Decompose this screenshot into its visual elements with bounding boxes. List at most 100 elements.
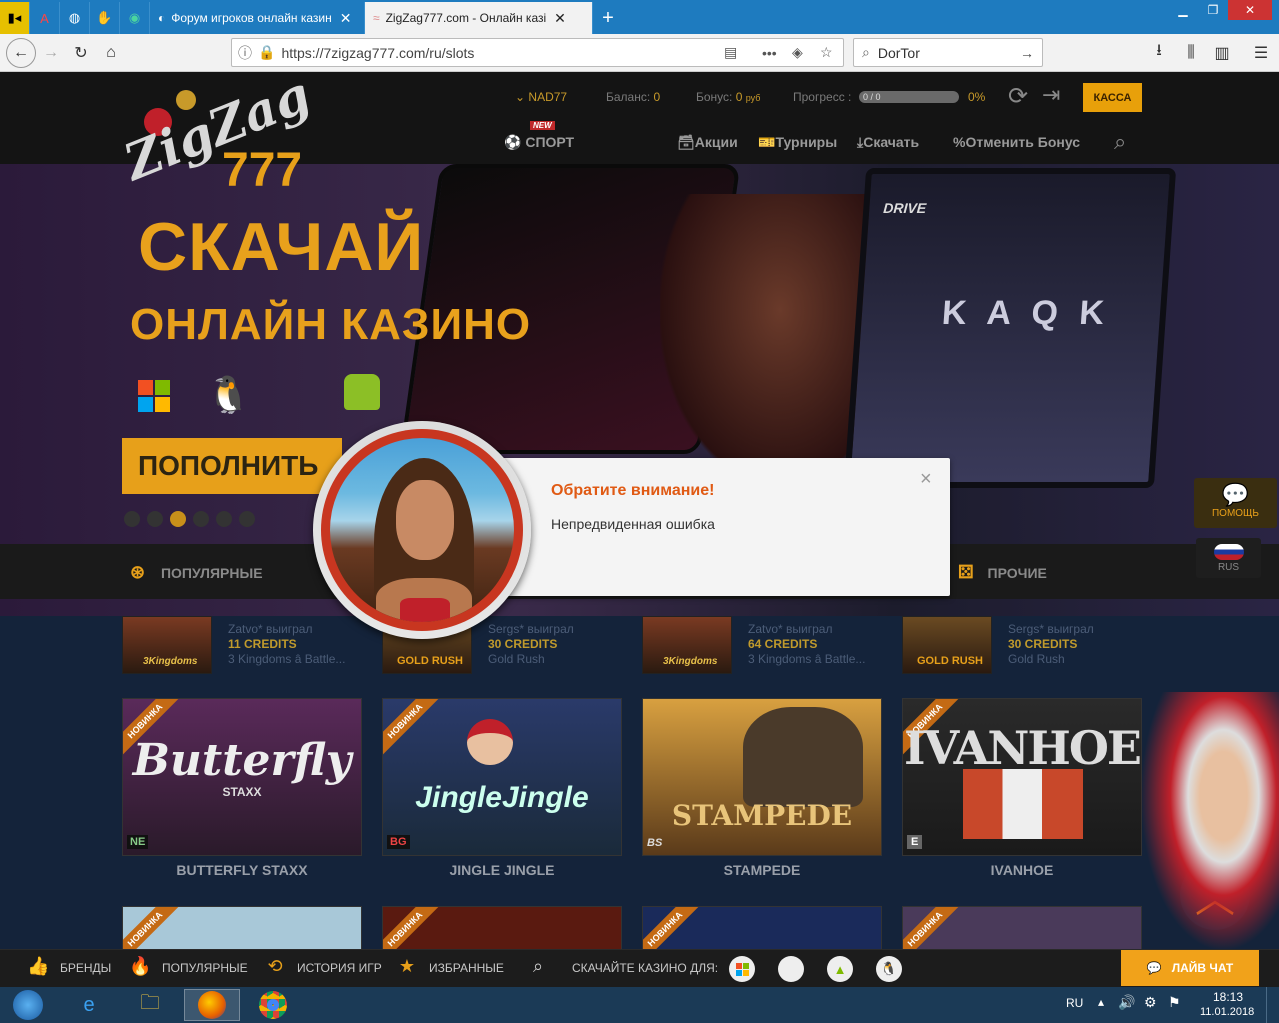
windows-icon[interactable] — [138, 380, 170, 412]
language-button[interactable]: RUS — [1196, 538, 1261, 578]
search-bar[interactable]: ⌕ DorTor → — [853, 38, 1043, 67]
username[interactable]: ⌄ NAD77 — [515, 90, 567, 104]
linux-icon[interactable]: 🐧 — [206, 374, 251, 416]
search-icon[interactable]: ⌕ — [527, 956, 549, 978]
firefox-icon[interactable] — [184, 989, 240, 1021]
back-icon[interactable]: ← — [6, 37, 36, 68]
refresh-icon[interactable]: ⟳ — [1008, 82, 1028, 111]
search-go-icon[interactable]: → — [1020, 45, 1034, 61]
android-icon[interactable] — [344, 374, 380, 410]
nav-promotions[interactable]: 🗃Акции — [677, 134, 738, 151]
home-icon[interactable]: ⌂ — [96, 38, 126, 68]
bookmark-star-icon[interactable]: ☆ — [820, 44, 833, 61]
slider-dot[interactable] — [193, 511, 209, 527]
game-name[interactable]: JINGLE JINGLE — [382, 862, 622, 878]
network-icon[interactable]: ⚙ — [1144, 994, 1157, 1011]
game-tile[interactable]: НОВИНКА — [642, 906, 882, 949]
slider-dot[interactable] — [170, 511, 186, 527]
elephant-image — [743, 707, 863, 807]
show-desktop-button[interactable] — [1266, 987, 1279, 1023]
page-actions-icon[interactable]: ••• — [762, 45, 777, 61]
menu-icon[interactable]: ☰ — [1246, 38, 1276, 68]
nav-sport[interactable]: NEW ⚽ СПОРТ — [504, 121, 574, 151]
forward-icon[interactable]: → — [36, 38, 66, 68]
new-tab-button[interactable]: + — [593, 2, 623, 34]
category-other[interactable]: ⚄ ПРОЧИЕ — [958, 562, 1047, 583]
apple-icon[interactable] — [778, 956, 804, 982]
live-chat-button[interactable]: 💬 ЛАЙВ ЧАТ — [1121, 950, 1259, 986]
footer-popular[interactable]: ПОПУЛЯРНЫЕ — [162, 961, 248, 975]
linux-icon[interactable]: 🐧 — [876, 956, 902, 982]
winner-item[interactable]: GOLD RUSH Sergs* выиграл 30 CREDITS Gold… — [902, 616, 1152, 676]
url-bar[interactable]: ⓘ 🔒 https://7zigzag777.com/ru/slots ▤ ••… — [231, 38, 844, 67]
game-tile[interactable]: НОВИНКА — [382, 906, 622, 949]
flag-icon[interactable]: ⚑ — [1168, 994, 1181, 1011]
winner-item[interactable]: 3Kingdoms Zatvo* выиграл 64 CREDITS 3 Ki… — [642, 616, 892, 676]
volume-icon[interactable]: 🔊 — [1118, 994, 1135, 1011]
reader-icon[interactable]: ▤ — [724, 44, 737, 61]
help-button[interactable]: 💬 ПОМОЩЬ — [1194, 478, 1277, 528]
game-name[interactable]: STAMPEDE — [642, 862, 882, 878]
vpn-icon[interactable]: ◉ — [120, 2, 150, 34]
maximize-icon[interactable]: ❐ — [1198, 0, 1228, 20]
game-tile-jingle[interactable]: НОВИНКА JingleJingle BG — [382, 698, 622, 856]
nav-tournaments[interactable]: 🎫Турниры — [758, 134, 837, 151]
game-tile[interactable]: НОВИНКА — [902, 906, 1142, 949]
deposit-button[interactable]: ПОПОЛНИТЬ — [122, 438, 342, 494]
sidebar-icon[interactable]: ▥ — [1207, 38, 1237, 68]
clock-time[interactable]: 18:13 — [1213, 990, 1243, 1004]
explorer-icon[interactable]: 🗀 — [122, 989, 178, 1021]
adblock-icon[interactable]: A — [30, 2, 60, 34]
close-tab-icon[interactable]: ✕ — [554, 10, 566, 27]
library-icon[interactable]: ⫼ — [1176, 38, 1206, 68]
footer-favorites[interactable]: ИЗБРАННЫЕ — [429, 961, 504, 975]
minimize-icon[interactable]: ▁ — [1168, 0, 1198, 20]
android-icon[interactable]: ▲ — [827, 956, 853, 982]
zigzag-logo[interactable]: ZigZag 777 — [114, 72, 338, 197]
taskbar-language[interactable]: RU — [1066, 996, 1083, 1010]
slider-dot[interactable] — [147, 511, 163, 527]
slider-dot[interactable] — [216, 511, 232, 527]
hand-icon[interactable]: ✋ — [90, 2, 120, 34]
start-button[interactable] — [0, 989, 56, 1021]
percent-icon: % — [953, 134, 966, 150]
game-name[interactable]: BUTTERFLY STAXX — [122, 862, 362, 878]
winner-item[interactable]: 3Kingdoms Zatvo* выиграл 11 CREDITS 3 Ki… — [122, 616, 372, 676]
download-icon[interactable]: ⭳ — [1144, 38, 1174, 68]
close-tab-icon[interactable]: ✕ — [340, 10, 352, 27]
pocket-icon[interactable]: ◈ — [792, 44, 803, 61]
logout-icon[interactable]: ⇥ — [1042, 82, 1060, 108]
tab-forum[interactable]: ◐ Форум игроков онлайн казин ✕ — [150, 2, 365, 34]
slot-reels: K A Q K — [940, 294, 1112, 332]
close-icon[interactable]: × — [920, 468, 932, 491]
ie-icon[interactable]: e — [61, 989, 117, 1021]
category-popular[interactable]: ⊛ ПОПУЛЯРНЫЕ — [130, 562, 263, 583]
nav-cancel-bonus[interactable]: %Отменить Бонус — [953, 134, 1080, 150]
reload-icon[interactable]: ↻ — [66, 38, 96, 68]
footer-history[interactable]: ИСТОРИЯ ИГР — [297, 961, 382, 975]
game-tile-stampede[interactable]: STAMPEDE BS — [642, 698, 882, 856]
extension-icon[interactable]: ▮◂ — [0, 2, 30, 34]
site-header: ZigZag 777 ⌄ NAD77 Баланс: 0 Бонус: 0 ру… — [0, 72, 1279, 197]
game-name[interactable]: IVANHOE — [902, 862, 1142, 878]
slider-dot[interactable] — [239, 511, 255, 527]
globe-icon[interactable]: ◍ — [60, 2, 90, 34]
kassa-button[interactable]: КАССА — [1083, 83, 1142, 112]
game-tile-ivanhoe[interactable]: НОВИНКА IVANHOE E — [902, 698, 1142, 856]
tab-title: Форум игроков онлайн казин — [171, 11, 332, 25]
site-search-icon[interactable]: ⌕ — [1114, 129, 1126, 155]
footer-brands[interactable]: БРЕНДЫ — [60, 961, 111, 975]
provider-badge: E — [907, 835, 923, 849]
tab-zigzag[interactable]: ≈ ZigZag777.com - Онлайн казі ✕ — [365, 2, 593, 34]
tray-arrow-icon[interactable]: ▴ — [1098, 995, 1104, 1009]
slider-dot[interactable] — [124, 511, 140, 527]
close-window-icon[interactable]: ✕ — [1228, 0, 1272, 20]
info-icon[interactable]: ⓘ — [238, 43, 252, 63]
game-tile-butterfly[interactable]: НОВИНКА Butterfly STAXX NE — [122, 698, 362, 856]
windows-icon[interactable] — [729, 956, 755, 982]
modal-title: Обратите внимание! — [551, 482, 715, 499]
nav-download[interactable]: ⤓Скачать — [857, 134, 919, 151]
clock-date[interactable]: 11.01.2018 — [1200, 1006, 1254, 1018]
chrome-icon[interactable] — [245, 989, 301, 1021]
game-tile[interactable]: НОВИНКА — [122, 906, 362, 949]
